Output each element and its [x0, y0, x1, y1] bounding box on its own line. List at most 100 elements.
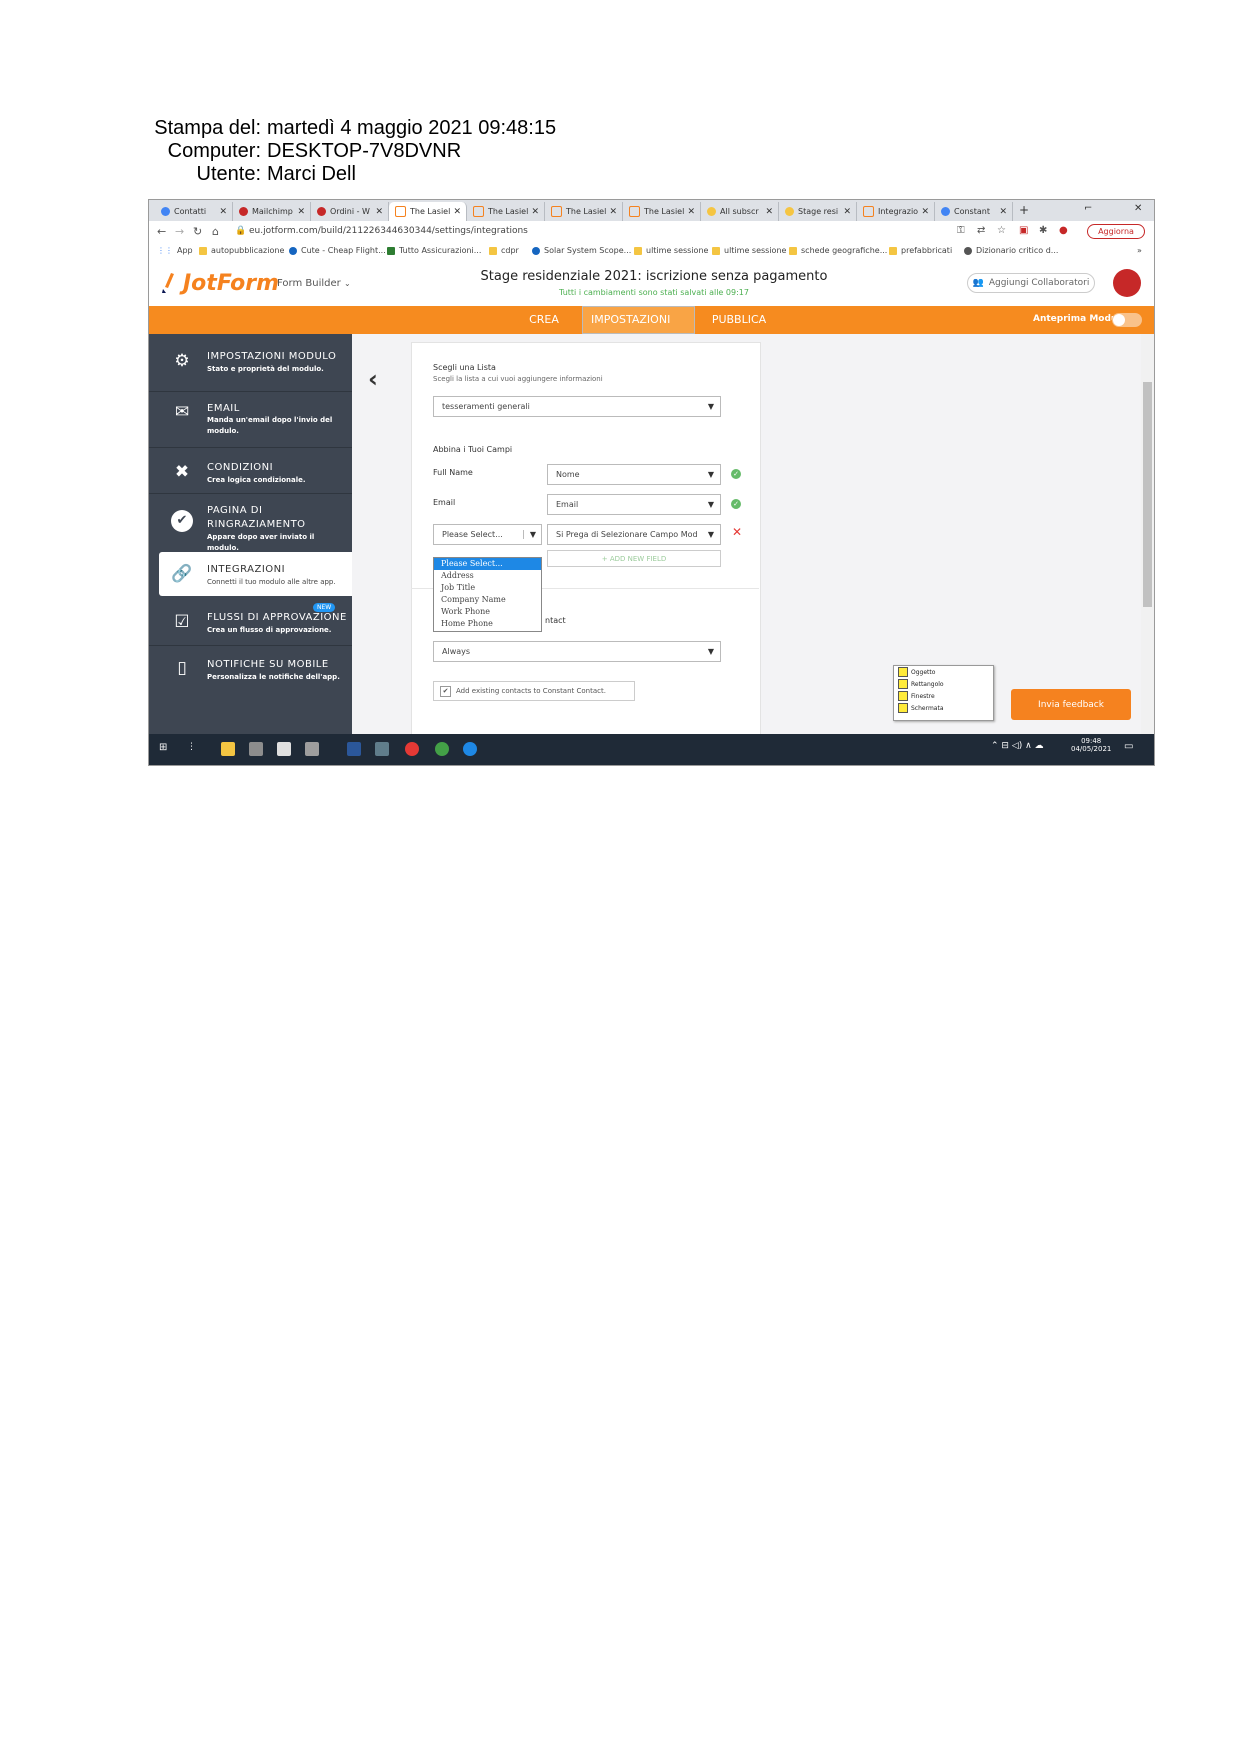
app-icon[interactable] — [305, 742, 319, 756]
bookmark-apps[interactable]: ⋮⋮ App — [157, 246, 193, 255]
dropdown-option[interactable]: Company Name — [434, 594, 541, 606]
bookmark-item[interactable]: schede geografiche... — [789, 246, 887, 255]
sidebar-item-conditions[interactable]: ✖ CONDIZIONI Crea logica condizionale. — [149, 448, 352, 493]
browser-tab[interactable]: Ordini - W ✕ — [311, 202, 389, 221]
browser-tab[interactable]: Stage resi ✕ — [779, 202, 857, 221]
notepad-icon[interactable] — [277, 742, 291, 756]
browser-tab[interactable]: The Lasiel ✕ — [623, 202, 701, 221]
close-icon[interactable]: ✕ — [843, 207, 851, 217]
puzzle-icon[interactable]: ✱ — [1039, 225, 1047, 236]
dropdown-option[interactable]: Job Title — [434, 582, 541, 594]
browser-tab[interactable]: Constant ✕ — [935, 202, 1013, 221]
snip-option[interactable]: Finestre — [894, 690, 993, 702]
profile-icon[interactable]: ● — [1059, 225, 1068, 236]
forward-icon[interactable]: → — [175, 225, 184, 238]
browser-tab[interactable]: The Lasiel ✕ — [389, 202, 467, 221]
close-icon[interactable]: ✕ — [609, 207, 617, 217]
always-select[interactable]: Always ▼ — [433, 641, 721, 662]
edge-icon[interactable] — [463, 742, 477, 756]
minimize-icon[interactable]: ⌐ — [1084, 203, 1092, 214]
bookmark-item[interactable]: Solar System Scope... — [532, 246, 631, 255]
page-scrollbar[interactable] — [1141, 334, 1154, 734]
tab-impostazioni[interactable]: IMPOSTAZIONI — [582, 306, 695, 334]
window-close-icon[interactable]: ✕ — [1134, 203, 1142, 214]
key-icon[interactable]: ⚿ — [957, 225, 965, 236]
dropdown-option[interactable]: Please Select... — [434, 558, 541, 570]
close-icon[interactable]: ✕ — [219, 207, 227, 217]
tab-crea[interactable]: CREA — [519, 306, 569, 334]
remove-icon[interactable]: ✕ — [732, 525, 742, 539]
word-icon[interactable] — [347, 742, 361, 756]
browser-tab[interactable]: Mailchimp ✕ — [233, 202, 311, 221]
app-icon[interactable] — [375, 742, 389, 756]
close-icon[interactable]: ✕ — [687, 207, 695, 217]
browser-tab[interactable]: Integrazio ✕ — [857, 202, 935, 221]
feedback-button[interactable]: Invia feedback — [1011, 689, 1131, 720]
sidebar-item-mobile-notifications[interactable]: ▯ NOTIFICHE SU MOBILE Personalizza le no… — [149, 646, 352, 691]
pdf-extension-icon[interactable]: ▣ — [1019, 225, 1028, 236]
bookmark-item[interactable]: Cute - Cheap Flight... — [289, 246, 386, 255]
more-bookmarks-button[interactable]: » — [1137, 246, 1142, 255]
reload-icon[interactable]: ↻ — [193, 225, 202, 238]
preview-toggle[interactable] — [1112, 313, 1142, 327]
avatar[interactable] — [1113, 269, 1141, 297]
close-icon[interactable]: ✕ — [453, 207, 461, 217]
windows-start-icon[interactable]: ⊞ — [159, 742, 173, 756]
snip-option[interactable]: Rettangolo — [894, 678, 993, 690]
browser-tab[interactable]: The Lasiel ✕ — [467, 202, 545, 221]
back-icon[interactable]: ← — [157, 225, 166, 238]
app-icon[interactable] — [249, 742, 263, 756]
home-icon[interactable]: ⌂ — [212, 225, 219, 238]
form-builder-menu[interactable]: Form Builder ⌄ — [277, 278, 351, 289]
sidebar-item-form-settings[interactable]: ⚙ IMPOSTAZIONI MODULO Stato e proprietà … — [149, 334, 352, 391]
update-button[interactable]: Aggiorna — [1087, 224, 1145, 239]
bookmark-item[interactable]: autopubblicazione — [199, 246, 284, 255]
add-new-field-button[interactable]: + ADD NEW FIELD — [547, 550, 721, 567]
add-collaborators-button[interactable]: 👥 Aggiungi Collaboratori — [967, 273, 1095, 293]
sidebar-item-email[interactable]: ✉ EMAIL Manda un'email dopo l'invio del … — [149, 392, 352, 447]
app-icon[interactable] — [435, 742, 449, 756]
chevron-left-icon[interactable]: ‹ — [368, 365, 378, 393]
dropdown-option[interactable]: Work Phone — [434, 606, 541, 618]
extra-field-select[interactable]: Please Select... ▼ — [433, 524, 542, 545]
new-tab-button[interactable]: + — [1019, 203, 1029, 217]
scrollbar-thumb[interactable] — [1143, 382, 1152, 607]
bookmark-item[interactable]: ultime sessione — [712, 246, 786, 255]
bookmark-item[interactable]: ultime sessione — [634, 246, 708, 255]
email-field-select[interactable]: Email ▼ — [547, 494, 721, 515]
extra-form-field-select[interactable]: Si Prega di Selezionare Campo Mod ▼ — [547, 524, 721, 545]
bookmark-item[interactable]: Dizionario critico d... — [964, 246, 1058, 255]
list-select[interactable]: tesseramenti generali ▼ — [433, 396, 721, 417]
close-icon[interactable]: ✕ — [999, 207, 1007, 217]
browser-tab[interactable]: Contatti ✕ — [155, 202, 233, 221]
close-icon[interactable]: ✕ — [297, 207, 305, 217]
clock[interactable]: 09:48 04/05/2021 — [1071, 737, 1111, 753]
bookmark-item[interactable]: prefabbricati — [889, 246, 952, 255]
close-icon[interactable]: ✕ — [375, 207, 383, 217]
file-explorer-icon[interactable] — [221, 742, 235, 756]
snip-option[interactable]: Oggetto — [894, 666, 993, 678]
dropdown-option[interactable]: Address — [434, 570, 541, 582]
chrome-icon[interactable] — [405, 742, 419, 756]
tab-pubblica[interactable]: PUBBLICA — [704, 306, 774, 334]
snip-option[interactable]: Schermata — [894, 702, 993, 714]
close-icon[interactable]: ✕ — [765, 207, 773, 217]
sidebar-item-approvals[interactable]: ☑ FLUSSI DI APPROVAZIONE NEW Crea un flu… — [149, 600, 352, 645]
dropdown-option[interactable]: Home Phone — [434, 618, 541, 630]
sidebar-item-thank-you[interactable]: ✔ PAGINA DI RINGRAZIAMENTO Appare dopo a… — [149, 494, 352, 552]
url-input[interactable]: eu.jotform.com/build/211226344630344/set… — [249, 226, 528, 236]
tray-icons[interactable]: ⌃ ⊟ ◁) ∧ ☁ — [991, 741, 1044, 751]
jotform-logo[interactable]: JotForm — [183, 271, 279, 296]
name-field-select[interactable]: Nome ▼ — [547, 464, 721, 485]
star-icon[interactable]: ☆ — [997, 225, 1006, 236]
notifications-icon[interactable]: ▭ — [1124, 741, 1133, 752]
task-view-icon[interactable]: ⋮ — [187, 742, 201, 756]
bookmark-item[interactable]: Tutto Assicurazioni... — [387, 246, 481, 255]
browser-tab[interactable]: All subscr ✕ — [701, 202, 779, 221]
bookmark-item[interactable]: cdpr — [489, 246, 519, 255]
existing-contacts-checkbox[interactable]: ✔ Add existing contacts to Constant Conta… — [433, 681, 635, 701]
close-icon[interactable]: ✕ — [531, 207, 539, 217]
sidebar-item-integrations[interactable]: 🔗 INTEGRAZIONI Connetti il tuo modulo al… — [159, 552, 352, 596]
browser-tab[interactable]: The Lasiel ✕ — [545, 202, 623, 221]
close-icon[interactable]: ✕ — [921, 207, 929, 217]
